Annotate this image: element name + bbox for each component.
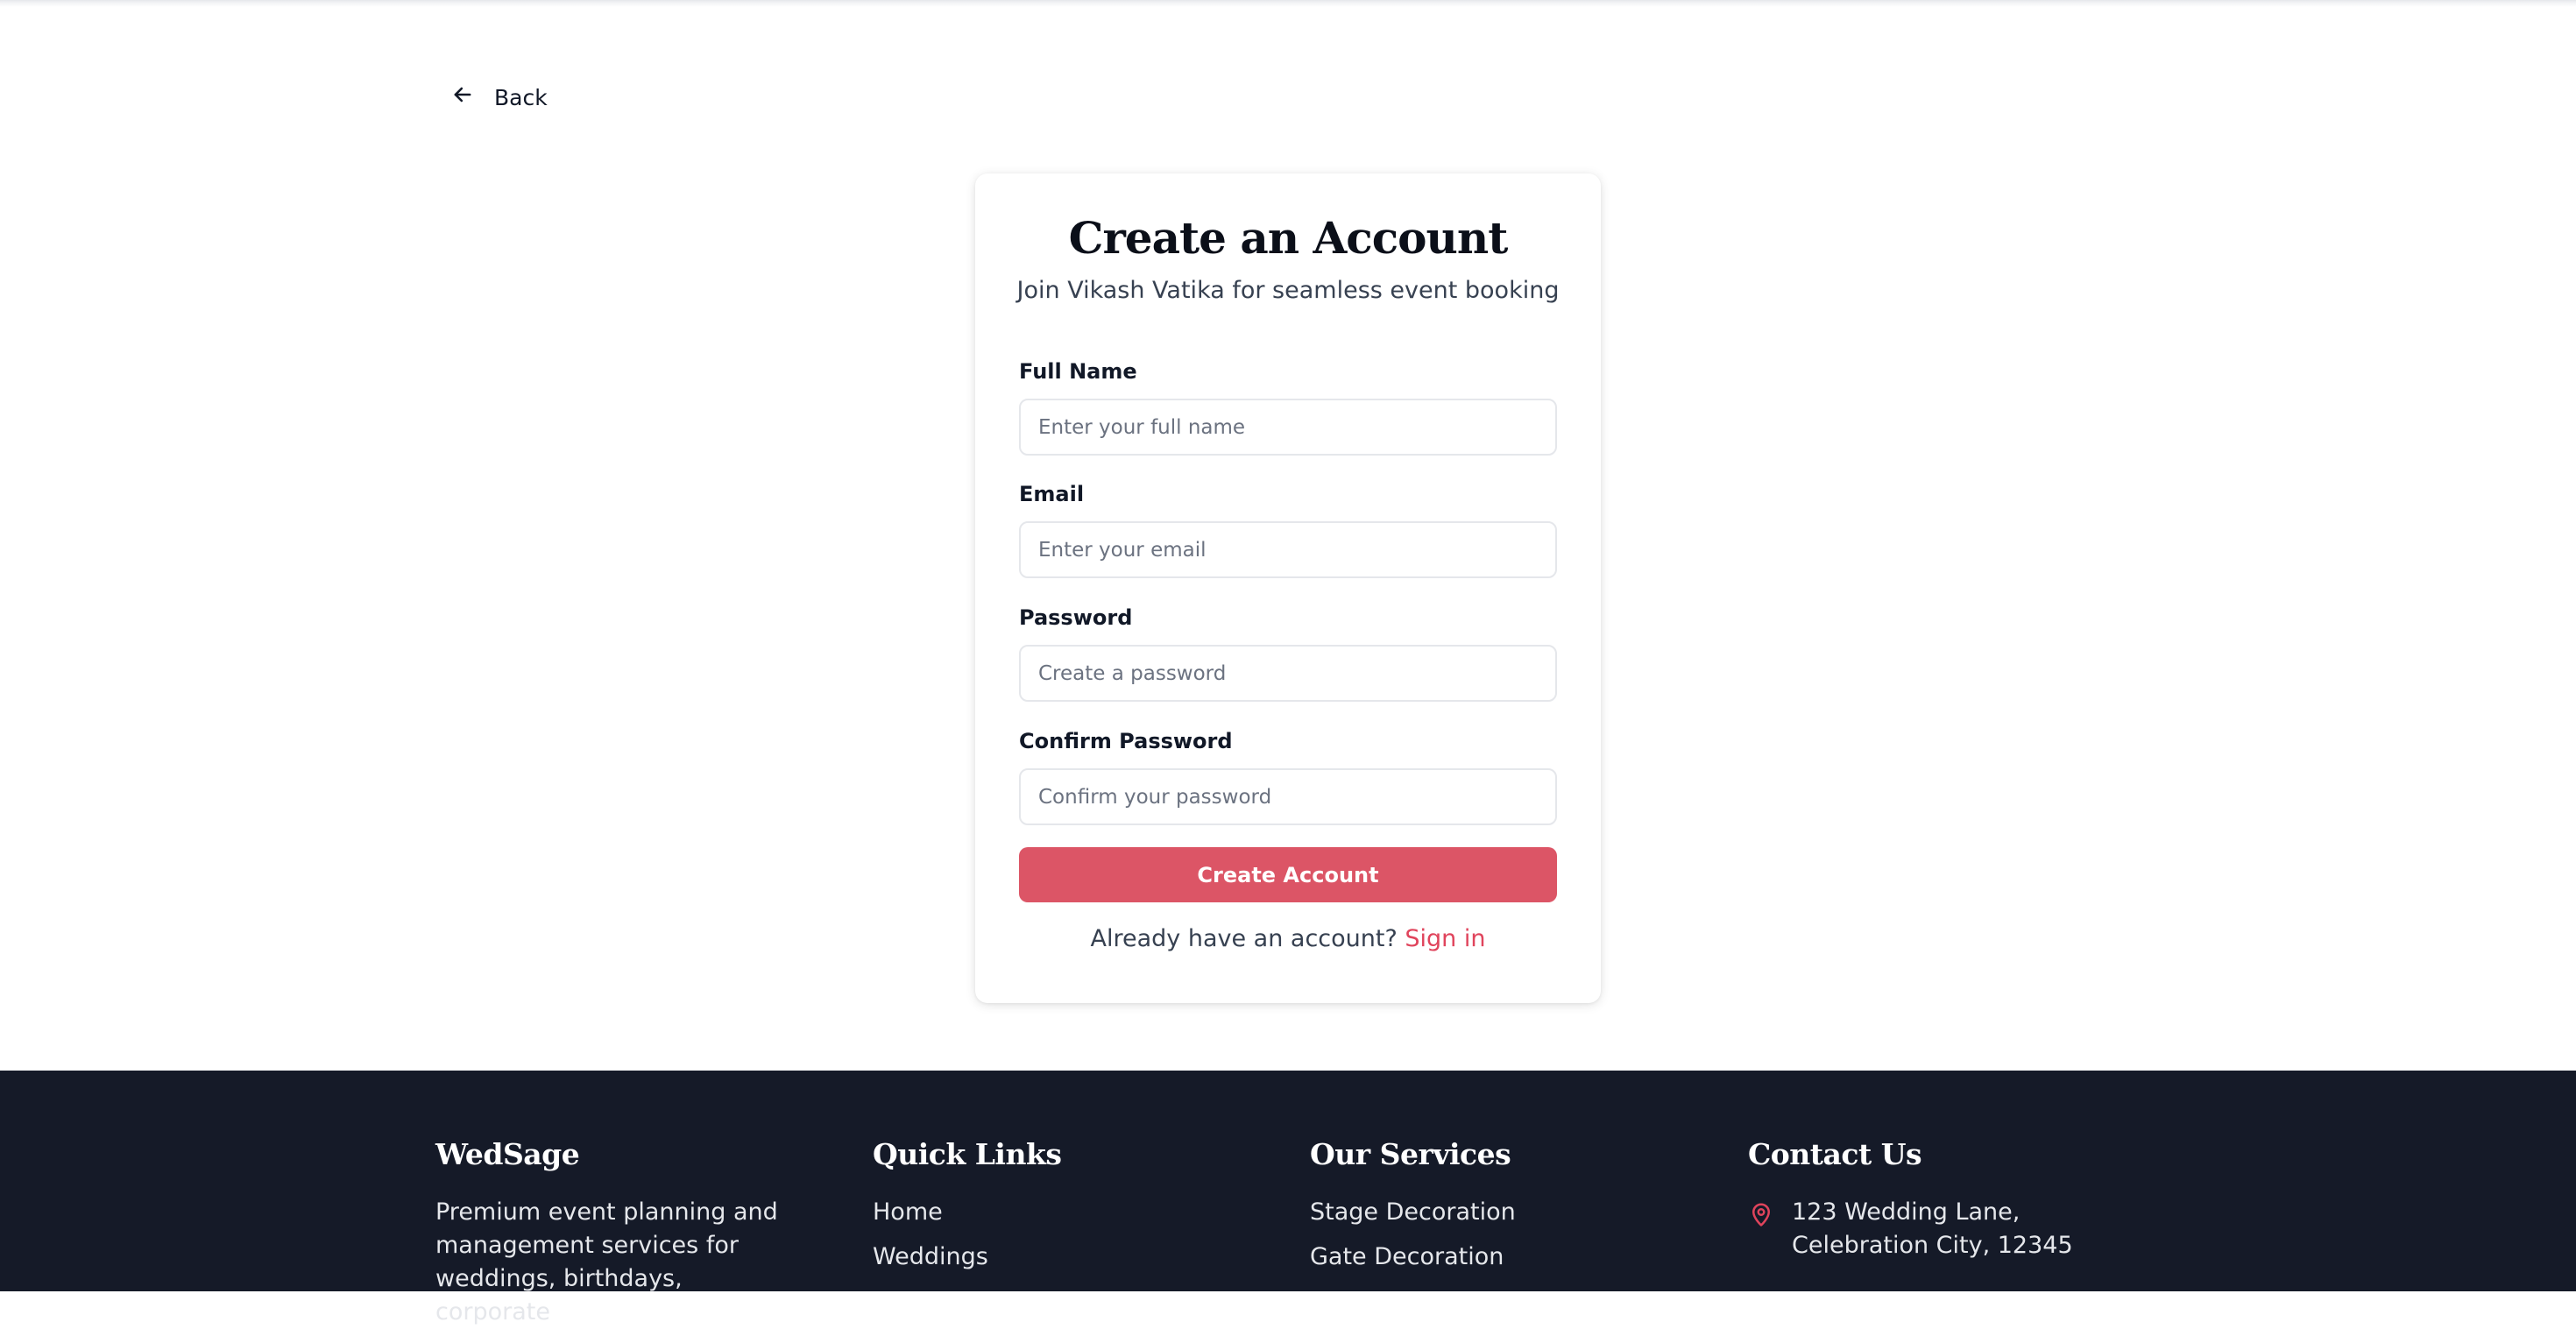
footer-brand-title: WedSage (435, 1137, 580, 1171)
contact-title: Contact Us (1748, 1137, 1922, 1171)
confirm-password-label: Confirm Password (1019, 729, 1233, 753)
back-button[interactable]: Back (450, 82, 548, 112)
confirm-password-input[interactable] (1019, 768, 1557, 825)
back-label: Back (494, 84, 548, 110)
footer-contact: Contact Us 123 Wedding Lane, Celebration… (1748, 1137, 2160, 1262)
footer-link-home[interactable]: Home (873, 1196, 1061, 1229)
page-subtitle: Join Vikash Vatika for seamless event bo… (1016, 277, 1560, 304)
full-name-label: Full Name (1019, 359, 1137, 384)
contact-address: 123 Wedding Lane, Celebration City, 1234… (1748, 1196, 2160, 1262)
signin-link[interactable]: Sign in (1405, 925, 1485, 952)
signin-row: Already have an account? Sign in (975, 925, 1601, 952)
contact-address-text: 123 Wedding Lane, Celebration City, 1234… (1792, 1198, 2073, 1259)
site-footer: WedSage Premium event planning and manag… (0, 1071, 2576, 1325)
email-input[interactable] (1019, 521, 1557, 578)
create-account-button[interactable]: Create Account (1019, 847, 1557, 902)
signin-prompt: Already have an account? (1090, 925, 1398, 952)
password-label: Password (1019, 605, 1133, 630)
map-pin-icon (1748, 1196, 1774, 1262)
email-label: Email (1019, 482, 1085, 506)
services-title: Our Services (1310, 1137, 1511, 1171)
header-shadow (0, 0, 2576, 7)
arrow-left-icon (450, 82, 475, 112)
footer-link-weddings[interactable]: Weddings (873, 1241, 1061, 1274)
quick-links-title: Quick Links (873, 1137, 1062, 1171)
signup-card: Create an Account Join Vikash Vatika for… (975, 173, 1601, 1003)
footer-brand: WedSage Premium event planning and manag… (435, 1137, 803, 1329)
password-input[interactable] (1019, 645, 1557, 702)
footer-brand-description: Premium event planning and management se… (435, 1198, 778, 1325)
footer-quick-links: Quick Links Home Weddings (873, 1137, 1062, 1285)
footer-services: Our Services Stage Decoration Gate Decor… (1310, 1137, 1516, 1285)
footer-service-gate-decoration[interactable]: Gate Decoration (1310, 1241, 1516, 1274)
footer-service-stage-decoration[interactable]: Stage Decoration (1310, 1196, 1516, 1229)
full-name-input[interactable] (1019, 399, 1557, 456)
page-title: Create an Account (1068, 212, 1509, 264)
